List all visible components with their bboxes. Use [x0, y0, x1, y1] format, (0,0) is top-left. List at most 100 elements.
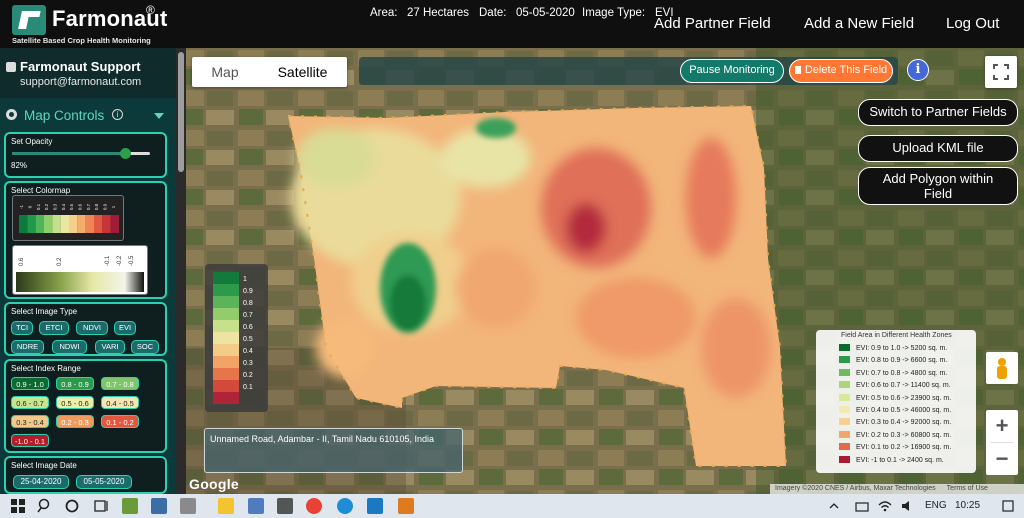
colormap-tick-label: 0	[28, 205, 33, 208]
chevron-down-icon[interactable]	[154, 113, 164, 119]
wifi-icon[interactable]	[877, 498, 893, 514]
index-range-option[interactable]: 0.8 - 0.9	[56, 377, 94, 390]
colormap-swatch	[60, 215, 69, 233]
volume-icon[interactable]	[900, 498, 916, 514]
add-new-field-link[interactable]: Add a New Field	[804, 15, 914, 32]
legend-tick-label: 1	[243, 276, 247, 283]
calculator-icon[interactable]	[277, 498, 293, 514]
vscode-icon[interactable]	[367, 498, 383, 514]
legend-swatch	[213, 284, 239, 296]
opacity-value: 82%	[11, 161, 28, 170]
colormap-swatch	[19, 215, 28, 233]
colormap-option-2[interactable]: 0.6 0.2 -0.1 -0.2 -0.5	[12, 245, 148, 295]
health-zone-legend: Field Area in Different Health Zones EVI…	[816, 330, 976, 473]
upload-kml-button[interactable]: Upload KML file	[858, 135, 1018, 162]
health-zone-label: EVI: -1 to 0.1 -> 2400 sq. m.	[856, 456, 944, 464]
health-zone-swatch	[839, 344, 850, 351]
chevron-up-icon[interactable]	[826, 498, 842, 514]
app-icon-2[interactable]	[151, 498, 167, 514]
zoom-in-button[interactable]: +	[986, 410, 1018, 442]
image-date-label: Select Image Date	[11, 461, 77, 470]
health-zone-label: EVI: 0.6 to 0.7 -> 11400 sq. m.	[856, 382, 951, 390]
delete-field-button[interactable]: Delete This Field	[789, 59, 893, 83]
colormap-tick-label: 0.2	[57, 257, 63, 266]
edge-icon[interactable]	[337, 498, 353, 514]
file-explorer-icon[interactable]	[218, 498, 234, 514]
image-type-ndvi[interactable]: NDVI	[76, 321, 108, 335]
index-range-label: Select Index Range	[11, 364, 81, 373]
opacity-label: Set Opacity	[11, 137, 53, 146]
index-range-option[interactable]: 0.6 - 0.7	[11, 396, 49, 409]
brand-logo[interactable]: Farmonaut ® Satellite Based Crop Health …	[8, 3, 167, 45]
chrome-icon[interactable]	[306, 498, 322, 514]
street-view-pegman-icon[interactable]	[986, 352, 1018, 384]
support-section: Farmonaut Support support@farmonaut.com	[0, 48, 176, 98]
colormap-tick-label: 0.7	[86, 203, 91, 210]
legend-tick-label: 0.9	[243, 288, 253, 295]
image-type-tci[interactable]: TCI	[11, 321, 33, 335]
image-type-etci[interactable]: ETCI	[39, 321, 69, 335]
brand-tagline: Satellite Based Crop Health Monitoring	[12, 36, 151, 45]
info-icon[interactable]: i	[907, 59, 929, 81]
sidebar-scrollbar[interactable]	[176, 48, 186, 494]
terms-link[interactable]: Terms of Use	[947, 485, 988, 492]
date-value: 05-05-2020	[516, 7, 575, 19]
health-zone-swatch	[839, 455, 850, 463]
colormap-scale-2: 0.6 0.2 -0.1 -0.2 -0.5	[16, 255, 144, 292]
support-email[interactable]: support@farmonaut.com	[20, 76, 141, 88]
switch-partner-fields-button[interactable]: Switch to Partner Fields	[858, 99, 1018, 126]
notifications-icon[interactable]	[1000, 498, 1016, 514]
attribution-text: Imagery ©2020 CNES / Airbus, Maxar Techn…	[775, 485, 936, 492]
legend-swatch	[213, 296, 239, 308]
scrollbar-thumb[interactable]	[178, 52, 184, 172]
app-icon-4[interactable]	[248, 498, 264, 514]
map-type-toggle: Map Satellite	[192, 57, 347, 87]
add-polygon-button[interactable]: Add Polygon within Field	[858, 167, 1018, 205]
gear-icon	[6, 109, 17, 120]
image-date-option[interactable]: 25-04-2020	[13, 475, 69, 489]
search-icon[interactable]	[37, 498, 53, 514]
opacity-slider[interactable]	[12, 148, 150, 159]
image-type-soc[interactable]: SOC	[131, 340, 159, 354]
task-view-icon[interactable]	[93, 498, 109, 514]
legend-tick-label: 0.7	[243, 312, 253, 319]
app-icon-3[interactable]	[180, 498, 196, 514]
index-range-option[interactable]: 0.1 - 0.2	[101, 415, 139, 428]
map-controls-header[interactable]: Map Controls i	[0, 106, 176, 128]
fullscreen-button[interactable]	[985, 56, 1017, 88]
info-icon[interactable]: i	[112, 109, 123, 120]
index-range-option[interactable]: 0.7 - 0.8	[101, 377, 139, 390]
index-range-option[interactable]: 0.2 - 0.3	[56, 415, 94, 428]
colormap-option-1[interactable]: -1 0 0.1 0.2 0.3 0.4 0.5 0.6 0.7 0.8 0.9 1	[12, 195, 124, 241]
image-type-evi[interactable]: EVI	[114, 321, 136, 335]
image-type-ndwi[interactable]: NDWI	[52, 340, 87, 354]
opacity-slider-thumb[interactable]	[120, 148, 132, 159]
image-date-option[interactable]: 05-05-2020	[76, 475, 132, 489]
app-icon-1[interactable]	[122, 498, 138, 514]
image-type-ndre[interactable]: NDRE	[11, 340, 44, 354]
logout-link[interactable]: Log Out	[946, 15, 999, 32]
legend-tick-label: 0.1	[243, 384, 253, 391]
camera-icon[interactable]	[854, 498, 870, 514]
index-range-option[interactable]: -1.0 - 0.1	[11, 434, 49, 447]
index-range-option[interactable]: 0.3 - 0.4	[11, 415, 49, 428]
clock[interactable]: 10:25	[955, 500, 980, 511]
health-zone-row: EVI: 0.8 to 0.9 -> 6600 sq. m.	[839, 356, 947, 366]
google-logo: Google	[189, 476, 240, 492]
legend-tick-label: 0.5	[243, 336, 253, 343]
tab-map[interactable]: Map	[192, 57, 258, 87]
cortana-icon[interactable]	[64, 498, 80, 514]
image-type-vari[interactable]: VARI	[95, 340, 125, 354]
windows-icon[interactable]	[10, 498, 26, 514]
index-range-option[interactable]: 0.4 - 0.5	[101, 396, 139, 409]
index-range-option[interactable]: 0.5 - 0.6	[56, 396, 94, 409]
colormap-swatch	[44, 215, 53, 233]
app-icon-5[interactable]	[398, 498, 414, 514]
legend-swatch	[213, 308, 239, 320]
index-range-option[interactable]: 0.9 - 1.0	[11, 377, 49, 390]
tab-satellite[interactable]: Satellite	[258, 57, 347, 87]
pause-monitoring-button[interactable]: Pause Monitoring	[680, 59, 784, 83]
zoom-out-button[interactable]: −	[986, 443, 1018, 475]
language-indicator[interactable]: ENG	[925, 500, 947, 511]
evi-legend-scale: 1 0.9 0.8 0.7 0.6 0.5 0.4 0.3 0.2 0.1	[213, 272, 253, 404]
